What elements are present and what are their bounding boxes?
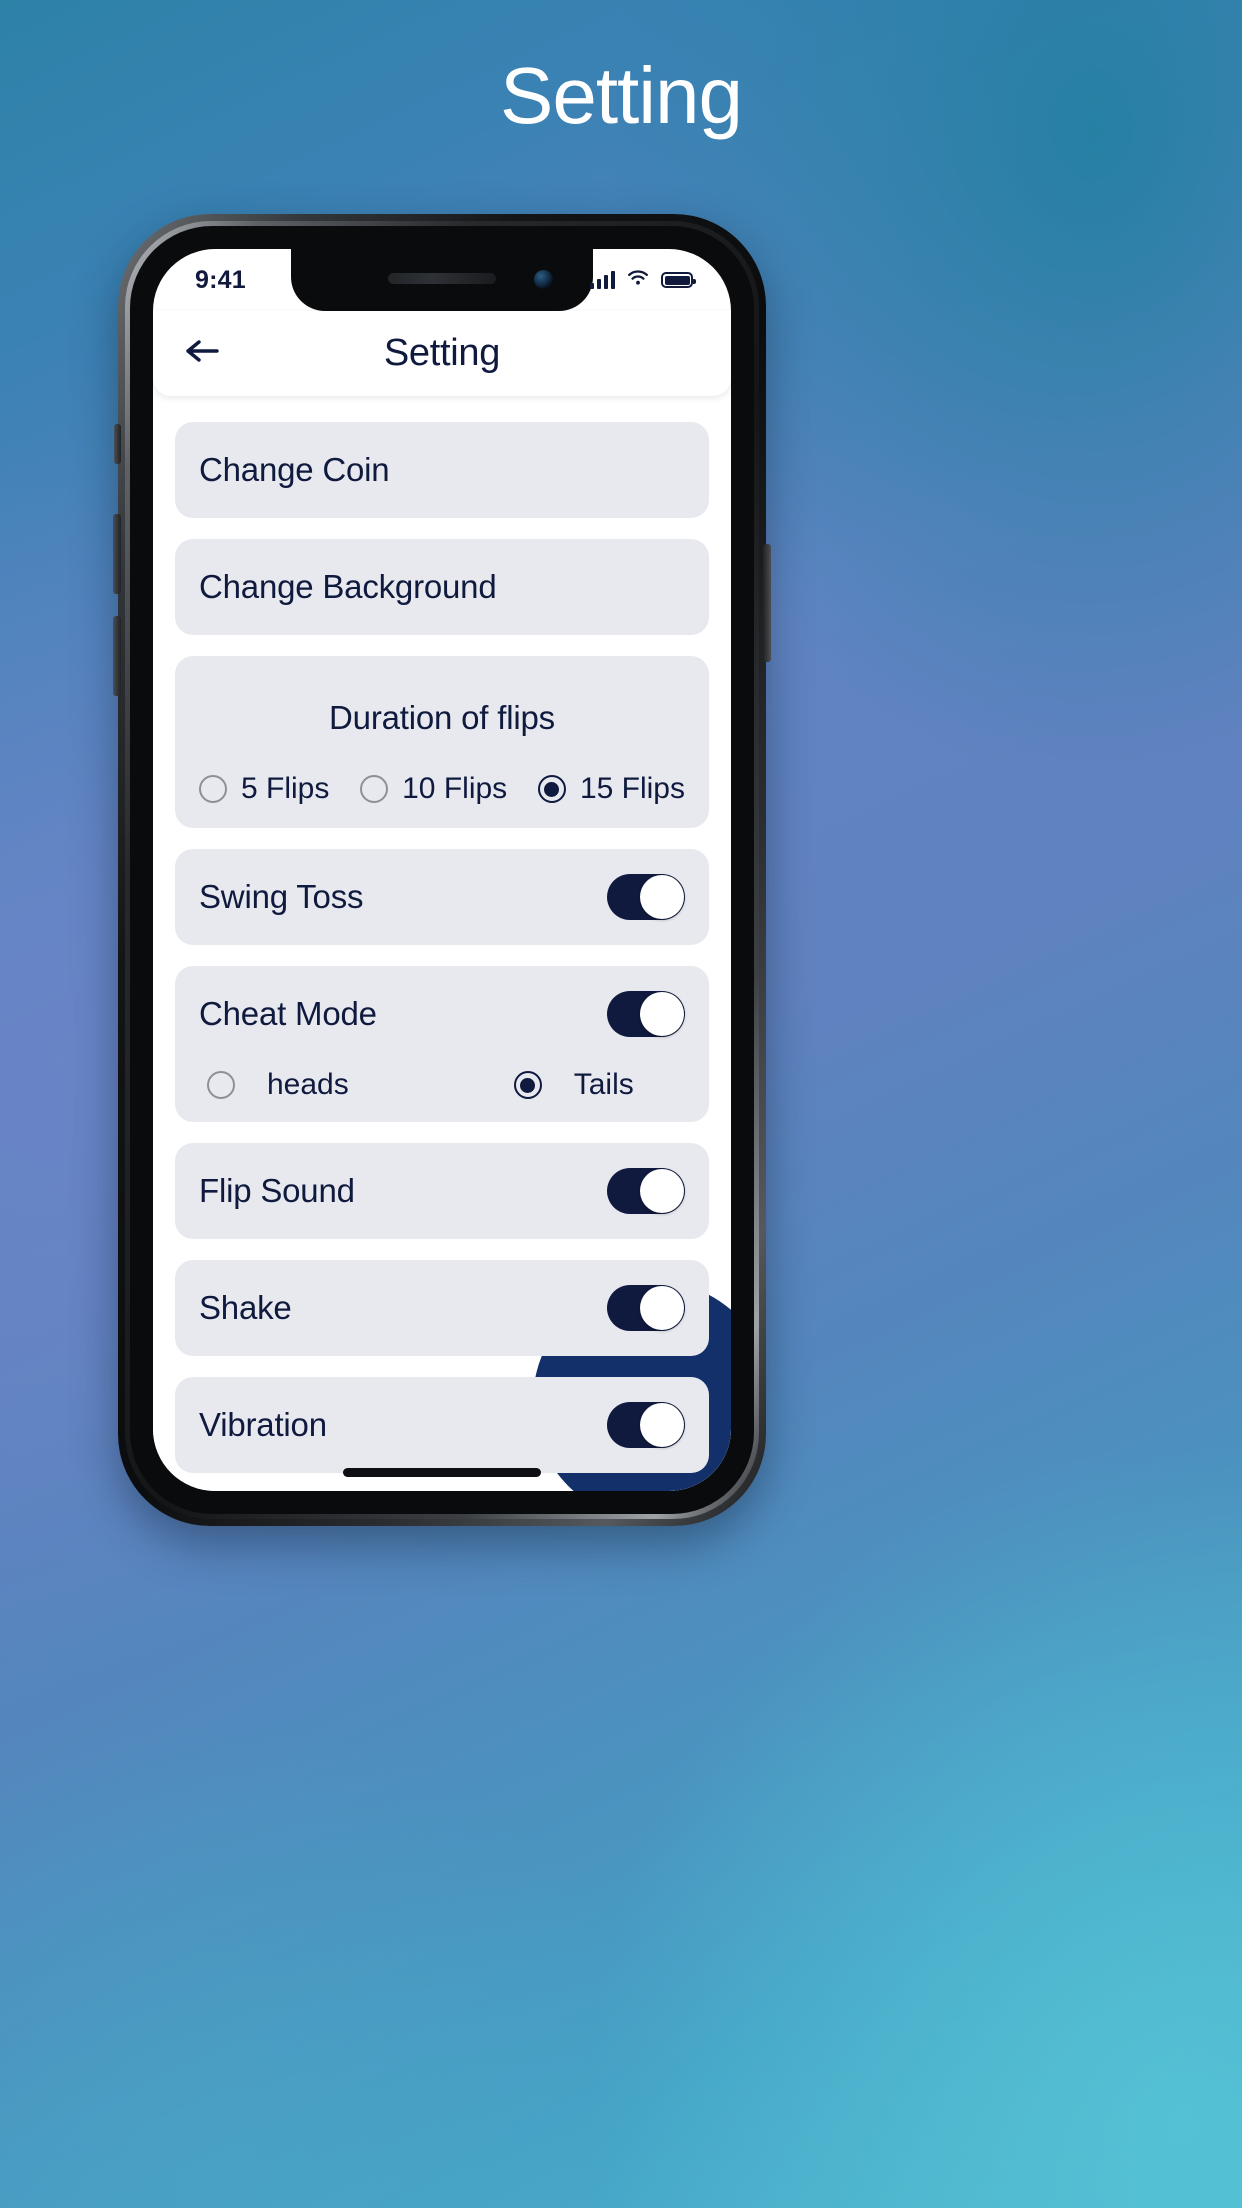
app-bar-title: Setting: [383, 332, 501, 374]
toggle-flip-sound[interactable]: [607, 1168, 685, 1214]
home-indicator[interactable]: [343, 1468, 541, 1477]
setting-row-shake: Shake: [175, 1260, 709, 1356]
duration-radio-group: 5 Flips 10 Flips 15 Flips: [199, 772, 685, 806]
setting-label-change-background: Change Background: [199, 568, 497, 605]
radio-option-5-flips[interactable]: 5 Flips: [199, 772, 329, 806]
setting-label-flip-sound: Flip Sound: [199, 1172, 355, 1209]
toggle-knob: [640, 1169, 684, 1213]
setting-group-duration-of-flips: Duration of flips 5 Flips 10 Flips 15 Fl…: [175, 656, 709, 828]
cheat-mode-radio-group: heads Tails: [199, 1068, 685, 1102]
back-button[interactable]: [175, 326, 231, 382]
battery-full-icon: [661, 272, 696, 288]
setting-row-vibration: Vibration: [175, 1377, 709, 1473]
cellular-signal-icon: [589, 271, 615, 289]
radio-icon-tails: [513, 1071, 542, 1099]
radio-option-tails[interactable]: Tails: [513, 1068, 634, 1102]
toggle-knob: [640, 875, 684, 919]
toggle-knob: [640, 1286, 684, 1330]
toggle-vibration[interactable]: [607, 1402, 685, 1448]
wifi-icon: [626, 269, 650, 292]
radio-label-5-flips: 5 Flips: [241, 772, 330, 805]
toggle-shake[interactable]: [607, 1285, 685, 1331]
setting-row-flip-sound: Flip Sound: [175, 1143, 709, 1239]
phone-power-button[interactable]: [763, 544, 771, 662]
phone-volume-up-button[interactable]: [113, 514, 121, 594]
setting-label-change-coin: Change Coin: [199, 451, 390, 488]
phone-mute-switch[interactable]: [114, 424, 121, 464]
toggle-swing-toss[interactable]: [607, 874, 685, 920]
radio-icon-15-flips: [537, 775, 566, 803]
page-title: Setting: [499, 51, 743, 140]
radio-icon-5-flips: [199, 775, 227, 803]
setting-row-swing-toss: Swing Toss: [175, 849, 709, 945]
setting-label-swing-toss: Swing Toss: [199, 878, 364, 915]
radio-icon-10-flips: [360, 775, 389, 803]
radio-label-15-flips: 15 Flips: [579, 772, 685, 805]
setting-row-change-coin[interactable]: Change Coin: [175, 422, 709, 518]
radio-option-15-flips[interactable]: 15 Flips: [537, 772, 685, 806]
radio-label-10-flips: 10 Flips: [402, 772, 508, 805]
status-bar-icons: [589, 269, 696, 292]
radio-option-heads[interactable]: heads: [207, 1068, 349, 1102]
setting-group-cheat-mode: Cheat Mode heads Tails: [175, 966, 709, 1122]
radio-label-tails: Tails: [573, 1068, 634, 1101]
app-bar: Setting: [153, 311, 731, 396]
setting-label-shake: Shake: [199, 1289, 292, 1326]
radio-icon-heads: [207, 1071, 235, 1099]
radio-option-10-flips[interactable]: 10 Flips: [360, 772, 507, 806]
duration-of-flips-title: Duration of flips: [329, 699, 555, 736]
setting-label-vibration: Vibration: [199, 1406, 327, 1443]
toggle-cheat-mode[interactable]: [607, 991, 685, 1037]
setting-label-cheat-mode: Cheat Mode: [199, 995, 377, 1032]
back-arrow-icon: [183, 336, 223, 371]
toggle-knob: [640, 1403, 684, 1447]
settings-list: Change Coin Change Background Duration o…: [153, 396, 731, 1473]
settings-screen: Change Coin Change Background Duration o…: [153, 396, 731, 1491]
status-bar-time: 9:41: [195, 265, 246, 294]
status-bar: 9:41: [153, 249, 731, 311]
phone-screen: 9:41 Setting Change Coin Change Backgrou…: [153, 249, 731, 1491]
toggle-knob: [640, 992, 684, 1036]
setting-row-change-background[interactable]: Change Background: [175, 539, 709, 635]
phone-volume-down-button[interactable]: [113, 616, 121, 696]
phone-bezel: 9:41 Setting Change Coin Change Backgrou…: [130, 226, 754, 1514]
phone-mockup: 9:41 Setting Change Coin Change Backgrou…: [113, 214, 771, 1526]
radio-label-heads: heads: [267, 1068, 349, 1101]
